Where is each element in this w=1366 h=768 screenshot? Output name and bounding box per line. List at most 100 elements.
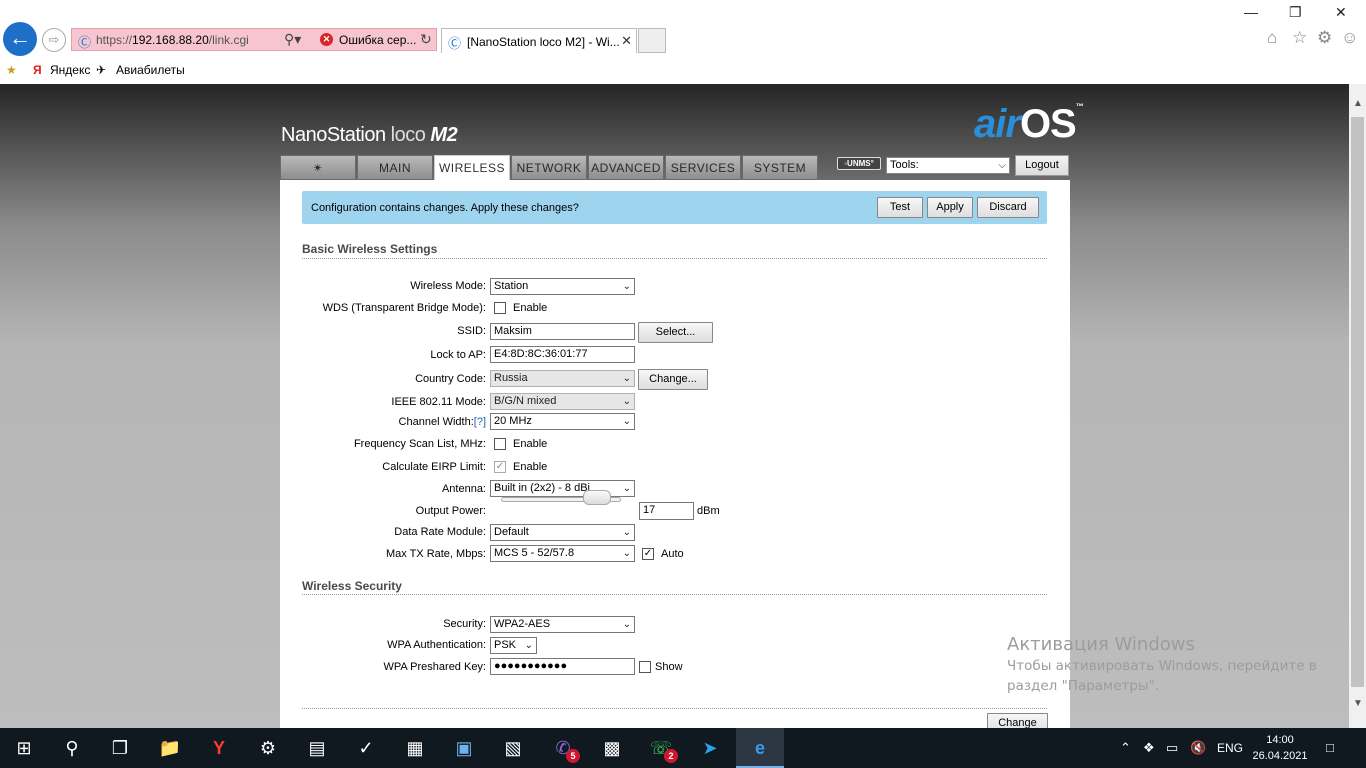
channel-width-help-link[interactable]: [?] <box>474 416 486 428</box>
restore-icon[interactable]: ❐ <box>1289 4 1302 21</box>
close-tab-icon[interactable]: ✕ <box>621 33 632 49</box>
add-favorite-icon[interactable]: ★ <box>6 63 17 77</box>
frequency-scan-checkbox[interactable] <box>494 438 506 450</box>
channel-width-select[interactable]: 20 MHz ⌄ <box>490 413 635 430</box>
wpa-authentication-select[interactable]: PSK ⌄ <box>490 637 537 654</box>
search-icon[interactable]: ⚲ <box>48 728 96 768</box>
gear-icon[interactable]: ⚙ <box>1317 28 1332 48</box>
dropbox-icon[interactable]: ❖ <box>1143 728 1155 768</box>
whatsapp-badge: 2 <box>664 749 678 763</box>
unms-badge[interactable]: ◦UNMS° <box>837 157 881 170</box>
remote-desktop-icon[interactable]: ▣ <box>440 728 488 768</box>
country-code-value: Russia <box>494 372 528 384</box>
ieee-mode-label: IEEE 802.11 Mode: <box>391 396 486 408</box>
wireless-mode-select[interactable]: Station ⌄ <box>490 278 635 295</box>
security-select[interactable]: WPA2-AES ⌄ <box>490 616 635 633</box>
notifications-icon[interactable]: □ <box>1326 728 1334 768</box>
internet-explorer-icon[interactable]: e <box>736 728 784 768</box>
apply-button[interactable]: Apply <box>927 197 973 218</box>
favorite-yandex[interactable]: Яндекс <box>50 63 90 77</box>
ssid-input[interactable]: Maksim <box>490 323 635 340</box>
vertical-scrollbar[interactable]: ▲ ▼ <box>1349 84 1366 728</box>
battery-icon[interactable]: ▭ <box>1166 728 1178 768</box>
tool-icon[interactable]: ✓ <box>342 728 390 768</box>
antenna-select[interactable]: Built in (2x2) - 8 dBi ⌄ <box>490 480 635 497</box>
max-tx-rate-label: Max TX Rate, Mbps: <box>385 548 486 560</box>
language-indicator[interactable]: ENG <box>1217 728 1243 768</box>
tab-network[interactable]: NETWORK <box>511 155 587 180</box>
close-window-icon[interactable]: ✕ <box>1335 4 1347 21</box>
chip-icon[interactable]: ▦ <box>391 728 439 768</box>
watermark-title: Активация Windows <box>1007 634 1195 655</box>
minimize-icon[interactable]: — <box>1244 4 1258 20</box>
scroll-up-icon[interactable]: ▲ <box>1353 98 1363 109</box>
smiley-icon[interactable]: ☺ <box>1341 28 1358 48</box>
lock-to-ap-input[interactable]: E4:8D:8C:36:01:77 <box>490 346 635 363</box>
file-explorer-icon[interactable]: 📁 <box>146 728 194 768</box>
tab-advanced[interactable]: ADVANCED <box>588 155 664 180</box>
clock-time: 14:00 <box>1266 734 1294 746</box>
address-bar[interactable]: Ⓒ https://192.168.88.20/link.cgi ⚲▾ ✕ Ош… <box>71 28 437 51</box>
tab-title: [NanoStation loco M2] - Wi... <box>467 35 620 49</box>
wireless-mode-label: Wireless Mode: <box>410 280 486 292</box>
tab-services[interactable]: SERVICES <box>665 155 741 180</box>
tab-wireless[interactable]: WIRELESS <box>434 155 510 181</box>
windows-start-icon[interactable]: ⊞ <box>0 728 48 768</box>
tools-select-value: Tools: <box>890 159 919 171</box>
section-divider <box>302 258 1047 259</box>
test-button[interactable]: Test <box>877 197 923 218</box>
task-view-icon[interactable]: ❐ <box>96 728 144 768</box>
chevron-up-icon[interactable]: ⌃ <box>1120 728 1131 768</box>
wds-checkbox[interactable] <box>494 302 506 314</box>
discard-button[interactable]: Discard <box>977 197 1039 218</box>
volume-muted-icon[interactable]: 🔇 <box>1190 728 1206 768</box>
output-power-slider-handle[interactable] <box>583 490 611 505</box>
network-device-icon[interactable]: ▤ <box>293 728 341 768</box>
max-tx-rate-select[interactable]: MCS 5 - 52/57.8 ⌄ <box>490 545 635 562</box>
settings-gear-icon[interactable]: ⚙ <box>244 728 292 768</box>
tab-main[interactable]: MAIN <box>357 155 433 180</box>
page-viewport: NanoStation loco M2 airOS™ ✴ MAIN WIRELE… <box>0 84 1349 728</box>
refresh-icon[interactable]: ↻ <box>420 31 432 48</box>
scroll-down-icon[interactable]: ▼ <box>1353 698 1363 709</box>
network-icon[interactable]: ▧ <box>489 728 537 768</box>
favorites-star-icon[interactable]: ☆ <box>1292 28 1307 48</box>
output-power-input[interactable]: 17 <box>639 502 694 520</box>
system-clock[interactable]: 14:00 26.04.2021 <box>1250 732 1310 764</box>
ieee-mode-select: B/G/N mixed ⌄ <box>490 393 635 410</box>
home-icon[interactable]: ⌂ <box>1267 28 1277 48</box>
tools-select[interactable]: Tools: ⌵ <box>886 157 1010 174</box>
search-icon[interactable]: ⚲▾ <box>284 31 301 48</box>
watermark-line-1: Чтобы активировать Windows, перейдите в <box>1007 658 1317 674</box>
favorites-bar: ★ Я Яндекс ✈ Авиабилеты <box>0 58 1366 82</box>
browser-tab[interactable]: Ⓒ [NanoStation loco M2] - Wi... ✕ <box>441 28 637 53</box>
telegram-icon[interactable]: ➤ <box>686 728 734 768</box>
tab-ubnt-logo[interactable]: ✴ <box>280 155 356 180</box>
main-content: Configuration contains changes. Apply th… <box>280 180 1070 728</box>
logout-button[interactable]: Logout <box>1015 155 1069 176</box>
section-divider <box>302 708 1047 709</box>
cert-error-icon[interactable]: ✕ <box>320 33 333 46</box>
yandex-browser-icon[interactable]: Y <box>195 728 243 768</box>
data-rate-module-select[interactable]: Default ⌄ <box>490 524 635 541</box>
auto-rate-checkbox[interactable]: ✓ <box>642 548 654 560</box>
change-button[interactable]: Change <box>987 713 1048 728</box>
select-ssid-button[interactable]: Select... <box>638 322 713 343</box>
back-button[interactable]: ← <box>3 22 37 56</box>
show-key-label: Show <box>655 661 683 673</box>
security-value: WPA2-AES <box>494 618 551 630</box>
wpa-preshared-key-input[interactable]: ●●●●●●●●●●● <box>490 658 635 675</box>
cert-error-text[interactable]: Ошибка сер... <box>339 33 416 47</box>
data-rate-module-value: Default <box>494 526 529 538</box>
watermark-line-2: раздел "Параметры". <box>1007 678 1160 694</box>
tab-system[interactable]: SYSTEM <box>742 155 818 180</box>
whatsapp-icon[interactable]: ☏ 2 <box>637 728 685 768</box>
viber-icon[interactable]: ✆ 5 <box>539 728 587 768</box>
favorite-aviatickets[interactable]: Авиабилеты <box>116 63 185 77</box>
show-key-checkbox[interactable] <box>639 661 651 673</box>
scrollbar-thumb[interactable] <box>1351 117 1364 687</box>
change-country-button[interactable]: Change... <box>638 369 708 390</box>
forward-button[interactable]: ⇨ <box>42 28 66 52</box>
terminal-icon[interactable]: ▩ <box>588 728 636 768</box>
new-tab-button[interactable] <box>638 28 666 53</box>
